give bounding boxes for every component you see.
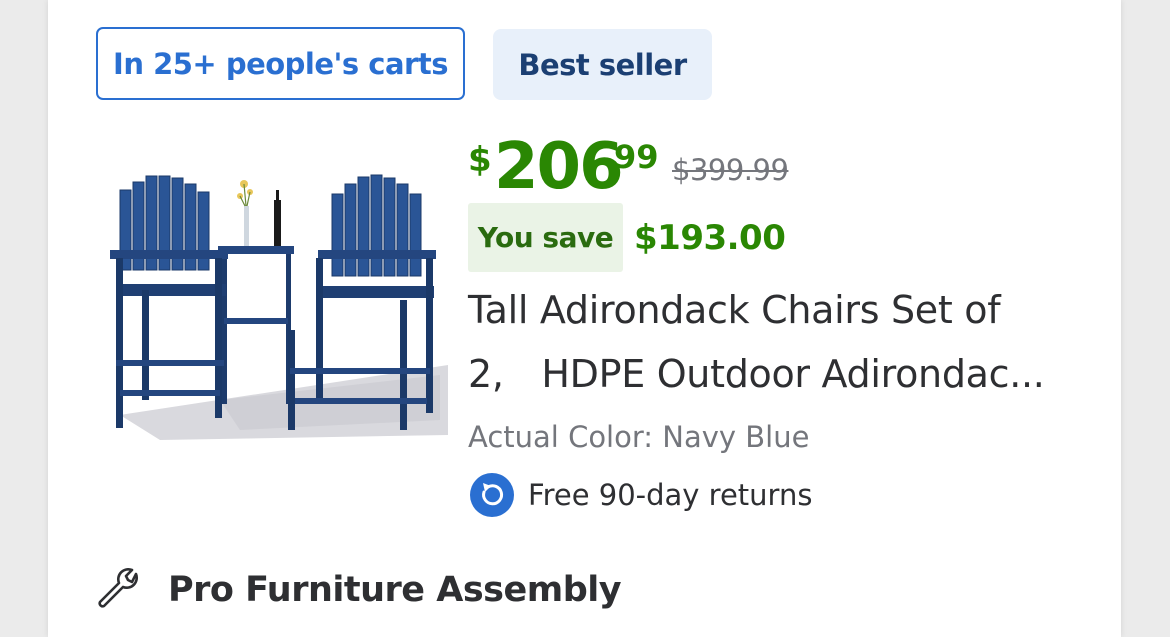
- product-title-line-1[interactable]: Tall Adirondack Chairs Set of: [468, 278, 1068, 342]
- was-price: $399.99: [672, 153, 789, 187]
- save-amount: $193.00: [634, 218, 786, 258]
- product-title-line-2[interactable]: 2, HDPE Outdoor Adirondac...: [468, 342, 1068, 406]
- you-save-badge: You save: [468, 203, 623, 272]
- actual-color: Actual Color: Navy Blue: [468, 420, 810, 454]
- pro-furniture-assembly[interactable]: Pro Furniture Assembly: [168, 570, 622, 610]
- returns-icon: [470, 473, 514, 517]
- best-seller-badge: Best seller: [493, 29, 712, 100]
- free-returns-label: Free 90-day returns: [528, 478, 813, 512]
- price-currency: $: [468, 140, 492, 180]
- product-title[interactable]: Tall Adirondack Chairs Set of 2, HDPE Ou…: [468, 278, 1068, 406]
- price-dollars: 206: [494, 130, 624, 204]
- price-cents: 99: [614, 138, 659, 176]
- wrench-icon: [98, 568, 138, 608]
- in-carts-badge: In 25+ people's carts: [96, 27, 465, 100]
- product-image[interactable]: [100, 150, 448, 450]
